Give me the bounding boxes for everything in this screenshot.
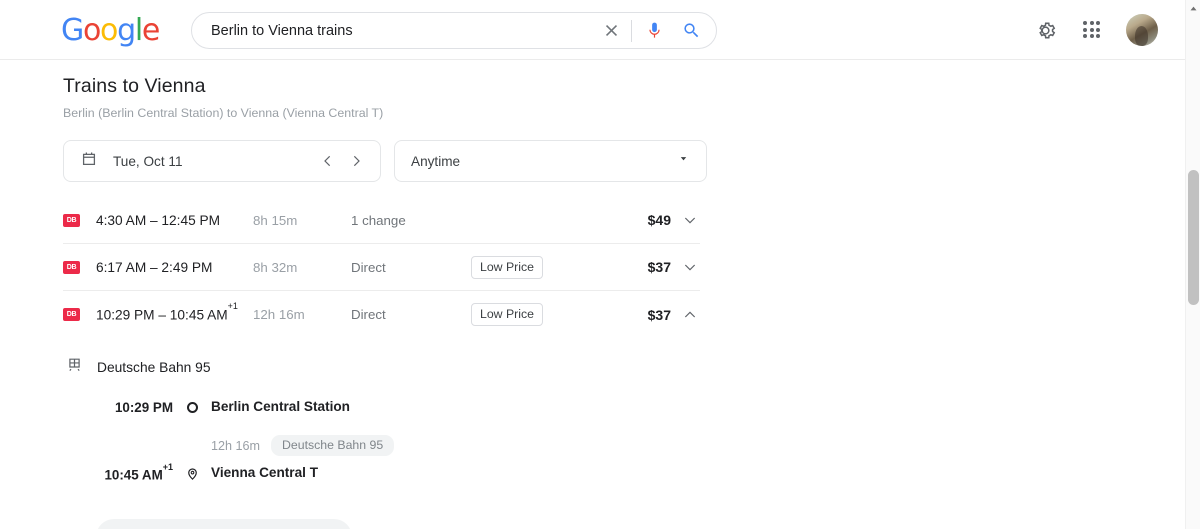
time-filter-value: Anytime	[411, 154, 677, 169]
next-day-indicator: +1	[163, 462, 173, 472]
map-pin-icon	[173, 465, 211, 481]
trip-results-list: DB 4:30 AM – 12:45 PM 8h 15m 1 change $4…	[63, 197, 700, 529]
voice-search-icon[interactable]	[641, 18, 667, 44]
date-value: Tue, Oct 11	[113, 154, 314, 169]
train-icon	[66, 356, 83, 378]
deutsche-bahn-logo-icon: DB	[63, 308, 80, 321]
trip-price-cell[interactable]: $37	[641, 307, 700, 323]
user-avatar[interactable]	[1126, 14, 1158, 46]
trip-price-cell[interactable]: $37	[641, 259, 700, 275]
trip-badge-cell: Low Price	[471, 256, 641, 279]
trip-times: 4:30 AM – 12:45 PM	[96, 213, 253, 228]
search-divider	[631, 20, 632, 42]
trip-times: 10:29 PM – 10:45 AM+1	[96, 306, 253, 323]
logo-letter: g	[117, 16, 135, 46]
trip-stops: Direct	[351, 260, 471, 275]
chevron-down-icon[interactable]	[682, 259, 698, 275]
trip-timeline: 10:29 PM Berlin Central Station 12h 16m …	[63, 399, 700, 493]
table-row[interactable]: DB 10:29 PM – 10:45 AM+1 12h 16m Direct …	[63, 291, 700, 338]
page-scrollbar[interactable]	[1185, 0, 1200, 529]
trip-price: $37	[648, 259, 671, 275]
departure-time: 10:29 PM	[97, 399, 173, 415]
trip-times: 6:17 AM – 2:49 PM	[96, 260, 253, 275]
calendar-icon	[80, 150, 98, 173]
browser-header: Google Berlin to Vienna trains	[0, 0, 1200, 60]
scroll-up-arrow-icon[interactable]	[1186, 0, 1200, 16]
leg-operator-chip: Deutsche Bahn 95	[271, 435, 394, 456]
table-row[interactable]: DB 6:17 AM – 2:49 PM 8h 32m Direct Low P…	[63, 244, 700, 291]
trip-stops: Direct	[351, 307, 471, 322]
operator-logo-text: DB	[67, 217, 77, 224]
scrollbar-thumb[interactable]	[1188, 170, 1199, 305]
operator-logo-text: DB	[67, 311, 77, 318]
header-actions	[1032, 0, 1158, 60]
previous-day-button[interactable]	[314, 147, 342, 175]
deutsche-bahn-logo-icon: DB	[63, 214, 80, 227]
page-title: Trains to Vienna	[63, 75, 1190, 98]
trip-badge-cell: Low Price	[471, 303, 641, 326]
search-submit-icon[interactable]	[678, 18, 704, 44]
status-badge: Low Price	[471, 303, 543, 326]
leg-duration: 12h 16m	[211, 439, 260, 453]
trip-duration: 8h 32m	[253, 260, 351, 275]
google-logo[interactable]: Google	[61, 16, 159, 46]
search-bar[interactable]: Berlin to Vienna trains	[191, 12, 717, 49]
trip-times-text: 10:29 PM – 10:45 AM	[96, 308, 228, 323]
logo-letter: o	[100, 16, 117, 46]
trip-price: $49	[648, 212, 671, 228]
circle-marker-icon	[173, 399, 211, 413]
arrival-time: 10:45 AM+1	[97, 465, 173, 482]
chevron-down-icon	[677, 152, 690, 170]
deutsche-bahn-logo-icon: DB	[63, 261, 80, 274]
timeline-departure: 10:29 PM Berlin Central Station	[97, 399, 700, 427]
trip-price: $37	[648, 307, 671, 323]
trip-detail-header: Deutsche Bahn 95	[63, 356, 700, 378]
chevron-down-icon[interactable]	[682, 212, 698, 228]
departure-station: Berlin Central Station	[211, 399, 350, 414]
trip-detail-operator: Deutsche Bahn 95	[97, 360, 211, 375]
clear-search-icon[interactable]	[598, 18, 624, 44]
buy-ticket-button[interactable]: Buy ticket on Deutsche Bahn	[96, 519, 352, 529]
operator-logo-text: DB	[67, 264, 77, 271]
timeline-leg-info: 12h 16m Deutsche Bahn 95	[97, 427, 700, 465]
trip-stops: 1 change	[351, 213, 471, 228]
next-day-button[interactable]	[342, 147, 370, 175]
search-input[interactable]: Berlin to Vienna trains	[211, 23, 598, 39]
next-day-indicator: +1	[228, 301, 238, 311]
arrival-time-text: 10:45 AM	[104, 467, 162, 482]
timeline-arrival: 10:45 AM+1 Vienna Central T	[97, 465, 700, 493]
arrival-station: Vienna Central T	[211, 465, 318, 480]
trip-duration: 8h 15m	[253, 213, 351, 228]
logo-letter: l	[135, 16, 142, 46]
time-filter-dropdown[interactable]: Anytime	[394, 140, 707, 182]
date-picker[interactable]: Tue, Oct 11	[63, 140, 381, 182]
apps-grid-icon[interactable]	[1079, 17, 1105, 43]
logo-letter: o	[83, 16, 100, 46]
status-badge: Low Price	[471, 256, 543, 279]
table-row[interactable]: DB 4:30 AM – 12:45 PM 8h 15m 1 change $4…	[63, 197, 700, 244]
gear-icon[interactable]	[1032, 17, 1058, 43]
trip-detail-panel: Deutsche Bahn 95 10:29 PM Berlin Central…	[63, 338, 700, 529]
chevron-up-icon[interactable]	[682, 307, 698, 323]
logo-letter: G	[61, 16, 83, 46]
trains-results-panel: Trains to Vienna Berlin (Berlin Central …	[0, 60, 1190, 529]
logo-letter: e	[142, 16, 159, 46]
trip-price-cell[interactable]: $49	[641, 212, 700, 228]
trip-duration: 12h 16m	[253, 307, 351, 322]
page-subtitle: Berlin (Berlin Central Station) to Vienn…	[63, 106, 1190, 120]
filter-controls: Tue, Oct 11 Anytime	[63, 140, 1190, 182]
